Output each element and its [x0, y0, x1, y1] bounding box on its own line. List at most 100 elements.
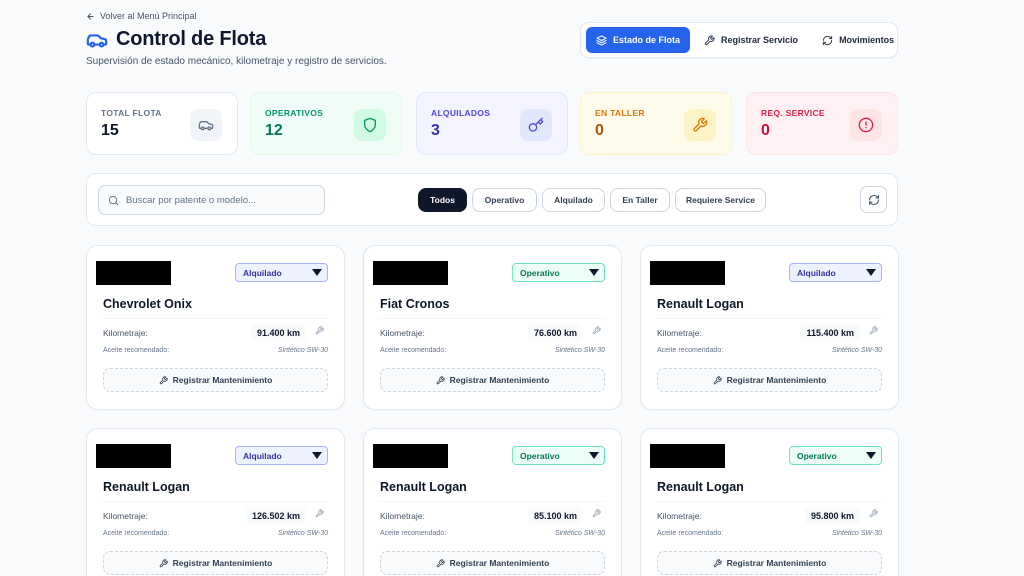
oil-value: Sintético SW-30	[554, 530, 605, 537]
back-link-label: Volver al Menú Principal	[100, 11, 197, 21]
caret-down-icon	[866, 269, 876, 276]
tab-label: Movimientos	[839, 35, 895, 45]
vehicle-card: Alquilado Renault Logan Kilometraje: 115…	[640, 245, 899, 410]
register-maintenance-button[interactable]: Registrar Mantenimiento	[380, 368, 605, 392]
status-select[interactable]: Alquilado	[789, 263, 882, 282]
oil-label: Aceite recomendado:	[657, 530, 724, 537]
divider	[103, 318, 328, 319]
caret-down-icon	[312, 452, 322, 459]
maintenance-button-label: Registrar Mantenimiento	[172, 375, 273, 385]
wrench-icon	[436, 558, 445, 567]
vehicle-card: Operativo Fiat Cronos Kilometraje: 76.60…	[363, 245, 622, 410]
status-value: Operativo	[797, 450, 837, 461]
edit-km-button[interactable]	[592, 509, 601, 518]
divider	[103, 501, 328, 502]
stat-total-flota: Total Flota 15	[86, 92, 238, 155]
km-value: 91.400 km	[250, 324, 306, 341]
license-plate-redacted	[96, 261, 171, 285]
filter-bar: Todos Operativo Alquilado En Taller Requ…	[86, 173, 898, 226]
refresh-icon	[822, 35, 833, 45]
edit-km-button[interactable]	[869, 326, 878, 335]
divider	[380, 318, 605, 319]
km-label: Kilometraje:	[657, 511, 702, 521]
km-value: 126.502 km	[245, 507, 306, 524]
km-label: Kilometraje:	[380, 328, 425, 338]
edit-km-button[interactable]	[869, 509, 878, 518]
back-to-menu-link[interactable]: Volver al Menú Principal	[86, 11, 197, 21]
wrench-icon	[713, 375, 722, 384]
wrench-icon	[315, 509, 324, 518]
wrench-icon	[869, 326, 878, 335]
key-icon	[528, 117, 544, 132]
km-value: 95.800 km	[804, 507, 860, 524]
km-label: Kilometraje:	[380, 511, 425, 521]
oil-value: Sintético SW-30	[831, 347, 882, 354]
refresh-icon	[868, 194, 879, 205]
maintenance-button-label: Registrar Mantenimiento	[726, 558, 827, 568]
maintenance-button-label: Registrar Mantenimiento	[726, 375, 827, 385]
wrench-icon	[592, 326, 601, 335]
wrench-icon	[436, 375, 445, 384]
vehicle-model: Fiat Cronos	[380, 297, 450, 311]
tab-movimientos[interactable]: Movimientos	[812, 27, 904, 53]
tab-estado-de-flota[interactable]: Estado de Flota	[586, 27, 691, 53]
wrench-icon	[704, 34, 715, 45]
search-input[interactable]	[126, 194, 316, 206]
caret-down-icon	[312, 269, 322, 276]
stat-icon-box	[520, 109, 552, 141]
alert-circle-icon	[858, 117, 874, 133]
wrench-icon	[159, 558, 168, 567]
vehicle-model: Renault Logan	[103, 480, 190, 494]
filter-chip-operativo[interactable]: Operativo	[472, 188, 537, 212]
stat-alquilados: Alquilados 3	[416, 92, 568, 155]
register-maintenance-button[interactable]: Registrar Mantenimiento	[657, 551, 882, 575]
status-select[interactable]: Operativo	[789, 446, 882, 465]
tab-registrar-servicio[interactable]: Registrar Servicio	[694, 27, 808, 53]
km-value: 76.600 km	[527, 324, 583, 341]
register-maintenance-button[interactable]: Registrar Mantenimiento	[380, 551, 605, 575]
oil-value: Sintético SW-30	[831, 530, 882, 537]
filter-chip-en-taller[interactable]: En Taller	[610, 188, 670, 212]
filter-chip-alquilado[interactable]: Alquilado	[542, 188, 605, 212]
register-maintenance-button[interactable]: Registrar Mantenimiento	[103, 368, 328, 392]
edit-km-button[interactable]	[315, 509, 324, 518]
search-box	[98, 185, 325, 215]
oil-value: Sintético SW-30	[277, 530, 328, 537]
stat-icon-box	[684, 109, 716, 141]
license-plate-redacted	[373, 444, 448, 468]
km-label: Kilometraje:	[103, 511, 148, 521]
license-plate-redacted	[650, 261, 725, 285]
car-icon	[198, 121, 214, 131]
caret-down-icon	[589, 269, 599, 276]
refresh-button[interactable]	[860, 186, 887, 213]
wrench-icon	[693, 117, 708, 132]
filter-chip-requiere-service[interactable]: Requiere Service	[675, 188, 766, 212]
wrench-icon	[869, 509, 878, 518]
shield-icon	[364, 117, 376, 133]
stat-icon-box	[354, 109, 386, 141]
register-maintenance-button[interactable]: Registrar Mantenimiento	[103, 551, 328, 575]
oil-label: Aceite recomendado:	[657, 347, 724, 354]
edit-km-button[interactable]	[592, 326, 601, 335]
page-header: Control de Flota	[86, 28, 266, 51]
oil-label: Aceite recomendado:	[103, 530, 170, 537]
stat-en-taller: En Taller 0	[580, 92, 732, 155]
status-select[interactable]: Operativo	[512, 446, 605, 465]
maintenance-button-label: Registrar Mantenimiento	[449, 375, 550, 385]
edit-km-button[interactable]	[315, 326, 324, 335]
divider	[380, 501, 605, 502]
oil-value: Sintético SW-30	[277, 347, 328, 354]
maintenance-button-label: Registrar Mantenimiento	[172, 558, 273, 568]
status-select[interactable]: Operativo	[512, 263, 605, 282]
view-tabs: Estado de Flota Registrar Servicio Movim…	[580, 22, 898, 58]
caret-down-icon	[866, 452, 876, 459]
license-plate-redacted	[650, 444, 725, 468]
oil-label: Aceite recomendado:	[380, 347, 447, 354]
divider	[657, 318, 882, 319]
register-maintenance-button[interactable]: Registrar Mantenimiento	[657, 368, 882, 392]
stat-operativos: Operativos 12	[250, 92, 402, 155]
status-select[interactable]: Alquilado	[235, 263, 328, 282]
filter-chip-todos[interactable]: Todos	[418, 188, 467, 212]
status-select[interactable]: Alquilado	[235, 446, 328, 465]
tab-label: Registrar Servicio	[721, 35, 799, 45]
